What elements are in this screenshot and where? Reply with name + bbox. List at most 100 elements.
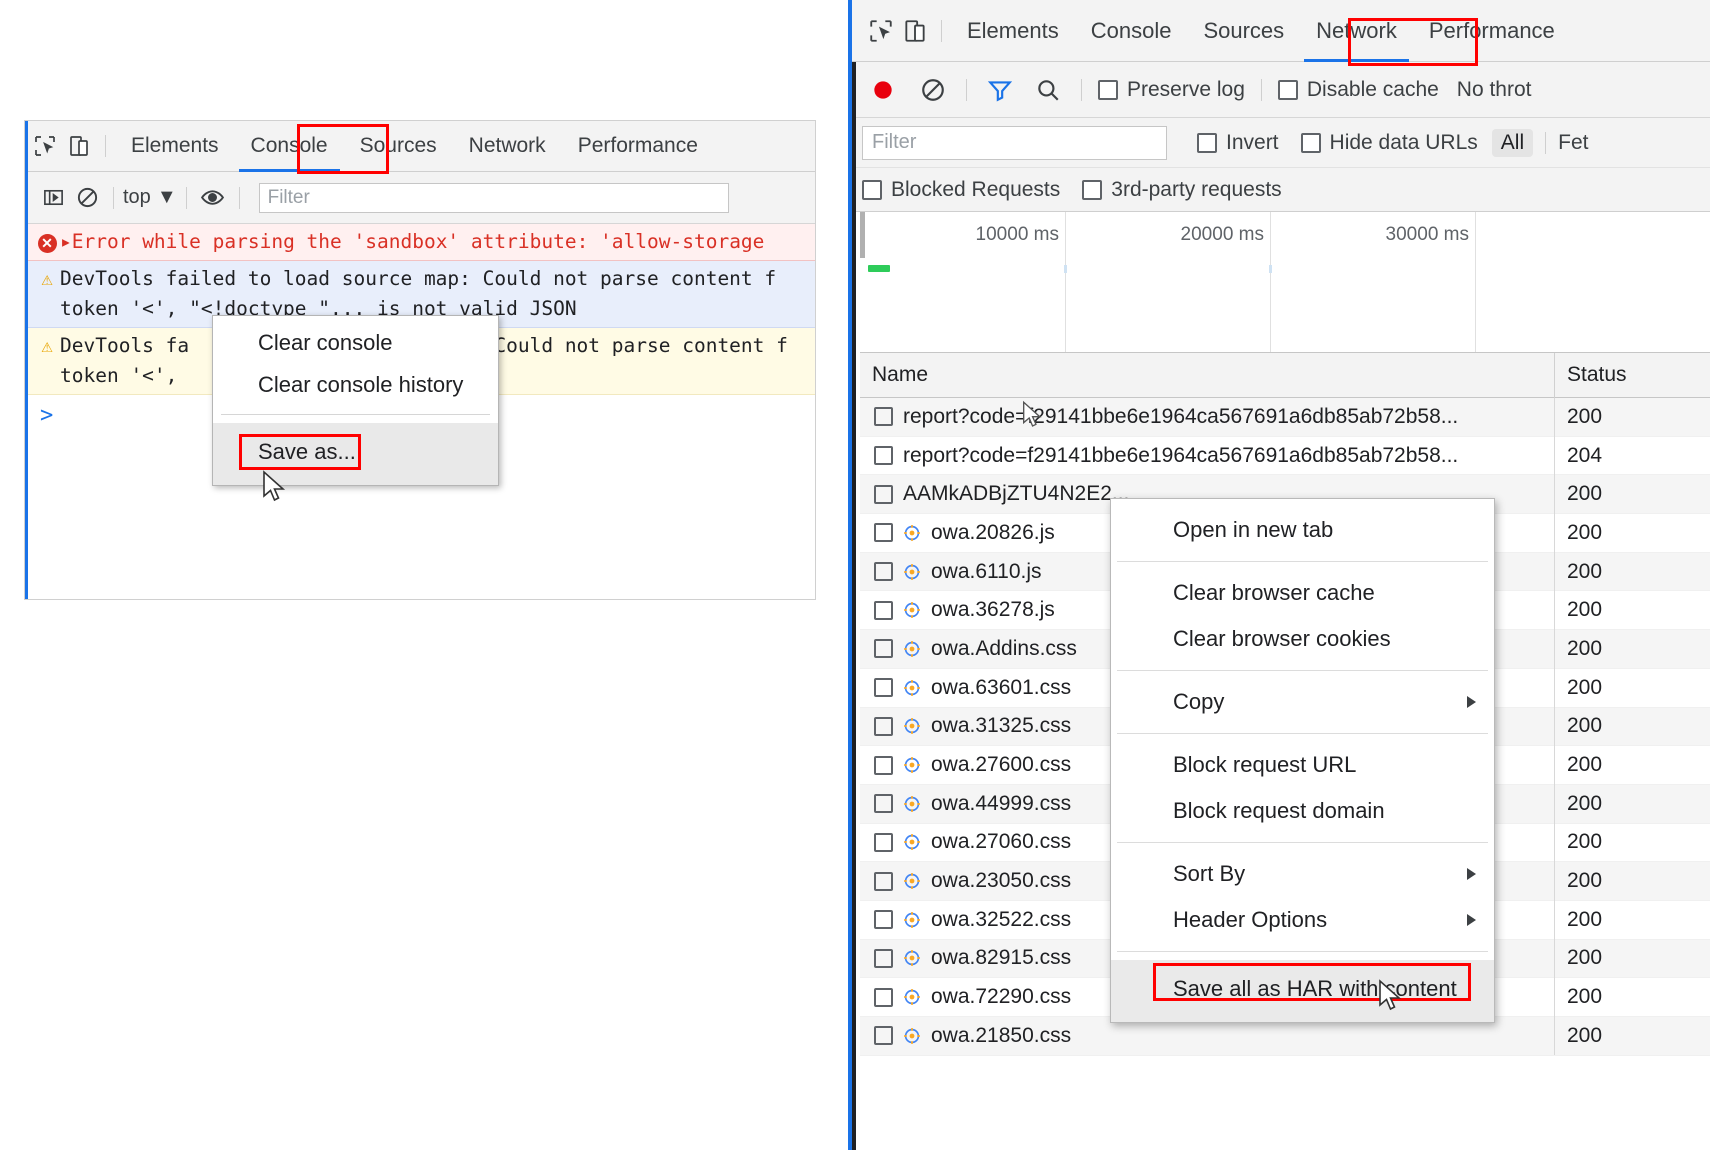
overview-scrollbar[interactable] [860,212,865,258]
menu-item-header-options[interactable]: Header Options [1111,897,1494,943]
eye-icon[interactable] [196,181,230,215]
throttling-selector[interactable]: No throt [1457,78,1532,102]
checkbox-box[interactable] [1082,180,1102,200]
search-icon[interactable] [1031,73,1065,107]
menu-item-copy[interactable]: Copy [1111,679,1494,725]
table-row[interactable]: report?code=f29141bbe6e1964ca567691a6db8… [860,398,1710,437]
row-checkbox[interactable] [874,1026,893,1045]
request-name-label: owa.32522.css [931,908,1071,932]
row-checkbox[interactable] [874,523,893,542]
menu-item-save-as[interactable]: Save as... [213,431,498,473]
checkbox-box[interactable] [1278,80,1298,100]
menu-item-clear-browser-cookies[interactable]: Clear browser cookies [1111,616,1494,662]
menu-item-label: Sort By [1173,861,1245,886]
request-name-label: owa.31325.css [931,714,1071,738]
tab-sources[interactable]: Sources [344,121,453,172]
checkbox-box[interactable] [1301,133,1321,153]
device-toolbar-icon[interactable] [62,129,96,163]
tab-console[interactable]: Console [235,121,344,172]
status-code: 200 [1567,985,1602,1009]
menu-item-clear-console-history[interactable]: Clear console history [213,364,498,406]
request-name-cell[interactable]: owa.21850.css [860,1024,1554,1048]
tab-network[interactable]: Network [1300,0,1413,62]
console-context-selector[interactable]: top [123,186,151,209]
column-header-name[interactable]: Name [860,363,1554,387]
checkbox-box[interactable] [862,180,882,200]
third-party-requests-checkbox[interactable]: 3rd-party requests [1082,178,1281,202]
tab-elements[interactable]: Elements [115,121,235,172]
network-filter-input[interactable]: Filter [862,126,1167,160]
invert-label: Invert [1226,131,1279,155]
menu-item-open-in-new-tab[interactable]: Open in new tab [1111,507,1494,553]
console-message-error[interactable]: ✕ ▸ Error while parsing the 'sandbox' at… [28,224,815,261]
blocked-requests-checkbox[interactable]: Blocked Requests [862,178,1060,202]
row-checkbox[interactable] [874,833,893,852]
network-toolbar-divider-3 [1261,79,1262,101]
preserve-log-checkbox[interactable]: Preserve log [1098,78,1245,102]
tab-elements[interactable]: Elements [951,0,1075,62]
menu-item-clear-console[interactable]: Clear console [213,322,498,364]
request-name-label: report?code=f29141bbe6e1964ca567691a6db8… [903,444,1458,468]
sidebar-toggle-icon[interactable] [36,181,70,215]
request-name-cell[interactable]: report?code=f29141bbe6e1964ca567691a6db8… [860,405,1554,429]
overview-tick-label-1: 10000 ms [976,224,1065,246]
row-checkbox[interactable] [874,601,893,620]
tab-performance[interactable]: Performance [562,121,714,172]
menu-item-block-request-domain[interactable]: Block request domain [1111,788,1494,834]
menu-item-block-request-url[interactable]: Block request URL [1111,742,1494,788]
row-checkbox[interactable] [874,717,893,736]
row-checkbox[interactable] [874,949,893,968]
menu-item-clear-browser-cache[interactable]: Clear browser cache [1111,570,1494,616]
device-toolbar-icon[interactable] [898,14,932,48]
request-status-cell: 204 [1554,436,1710,475]
console-filter-input[interactable]: Filter [259,183,729,213]
table-row[interactable]: report?code=f29141bbe6e1964ca567691a6db8… [860,437,1710,476]
chevron-down-icon[interactable]: ▼ [157,186,177,209]
row-checkbox[interactable] [874,678,893,697]
disable-cache-checkbox[interactable]: Disable cache [1278,78,1439,102]
inspect-element-icon[interactable] [864,14,898,48]
row-checkbox[interactable] [874,872,893,891]
tab-console[interactable]: Console [1075,0,1188,62]
row-checkbox[interactable] [874,756,893,775]
row-checkbox[interactable] [874,988,893,1007]
status-code: 200 [1567,792,1602,816]
row-checkbox[interactable] [874,562,893,581]
network-overview-timeline[interactable]: 10000 ms 20000 ms 30000 ms [860,212,1710,353]
tab-performance[interactable]: Performance [1413,0,1571,62]
filter-type-fetch[interactable]: Fet [1558,131,1588,155]
checkbox-box[interactable] [1098,80,1118,100]
mouse-cursor-request-list [1022,400,1044,430]
hide-data-urls-checkbox[interactable]: Hide data URLs [1301,131,1478,155]
tab-network[interactable]: Network [453,121,562,172]
console-toolbar: top ▼ Filter [28,172,815,224]
row-checkbox[interactable] [874,794,893,813]
status-code: 200 [1567,676,1602,700]
invert-checkbox[interactable]: Invert [1197,131,1279,155]
overview-tick-label-3: 30000 ms [1386,224,1475,246]
tab-sources[interactable]: Sources [1187,0,1300,62]
clear-console-icon[interactable] [70,181,104,215]
filter-type-all[interactable]: All [1492,129,1533,157]
network-toolbar-divider [941,20,942,42]
row-checkbox[interactable] [874,407,893,426]
column-header-status[interactable]: Status [1554,353,1710,398]
console-filter-placeholder: Filter [268,187,310,209]
checkbox-box[interactable] [1197,133,1217,153]
row-checkbox[interactable] [874,485,893,504]
row-checkbox[interactable] [874,910,893,929]
menu-item-save-all-as-har-with-content[interactable]: Save all as HAR with content [1111,966,1494,1012]
funnel-icon[interactable] [983,73,1017,107]
row-checkbox[interactable] [874,446,893,465]
console-error-expand-arrow[interactable]: ▸ [60,227,72,257]
row-checkbox[interactable] [874,639,893,658]
gear-icon [903,795,921,813]
clear-icon[interactable] [916,73,950,107]
menu-item-label: Block request domain [1173,798,1385,823]
menu-item-sort-by[interactable]: Sort By [1111,851,1494,897]
network-request-options-row: Blocked Requests 3rd-party requests [852,168,1710,212]
inspect-element-icon[interactable] [28,129,62,163]
record-icon[interactable] [866,73,900,107]
request-name-cell[interactable]: report?code=f29141bbe6e1964ca567691a6db8… [860,444,1554,468]
request-status-cell: 200 [1554,1017,1710,1056]
